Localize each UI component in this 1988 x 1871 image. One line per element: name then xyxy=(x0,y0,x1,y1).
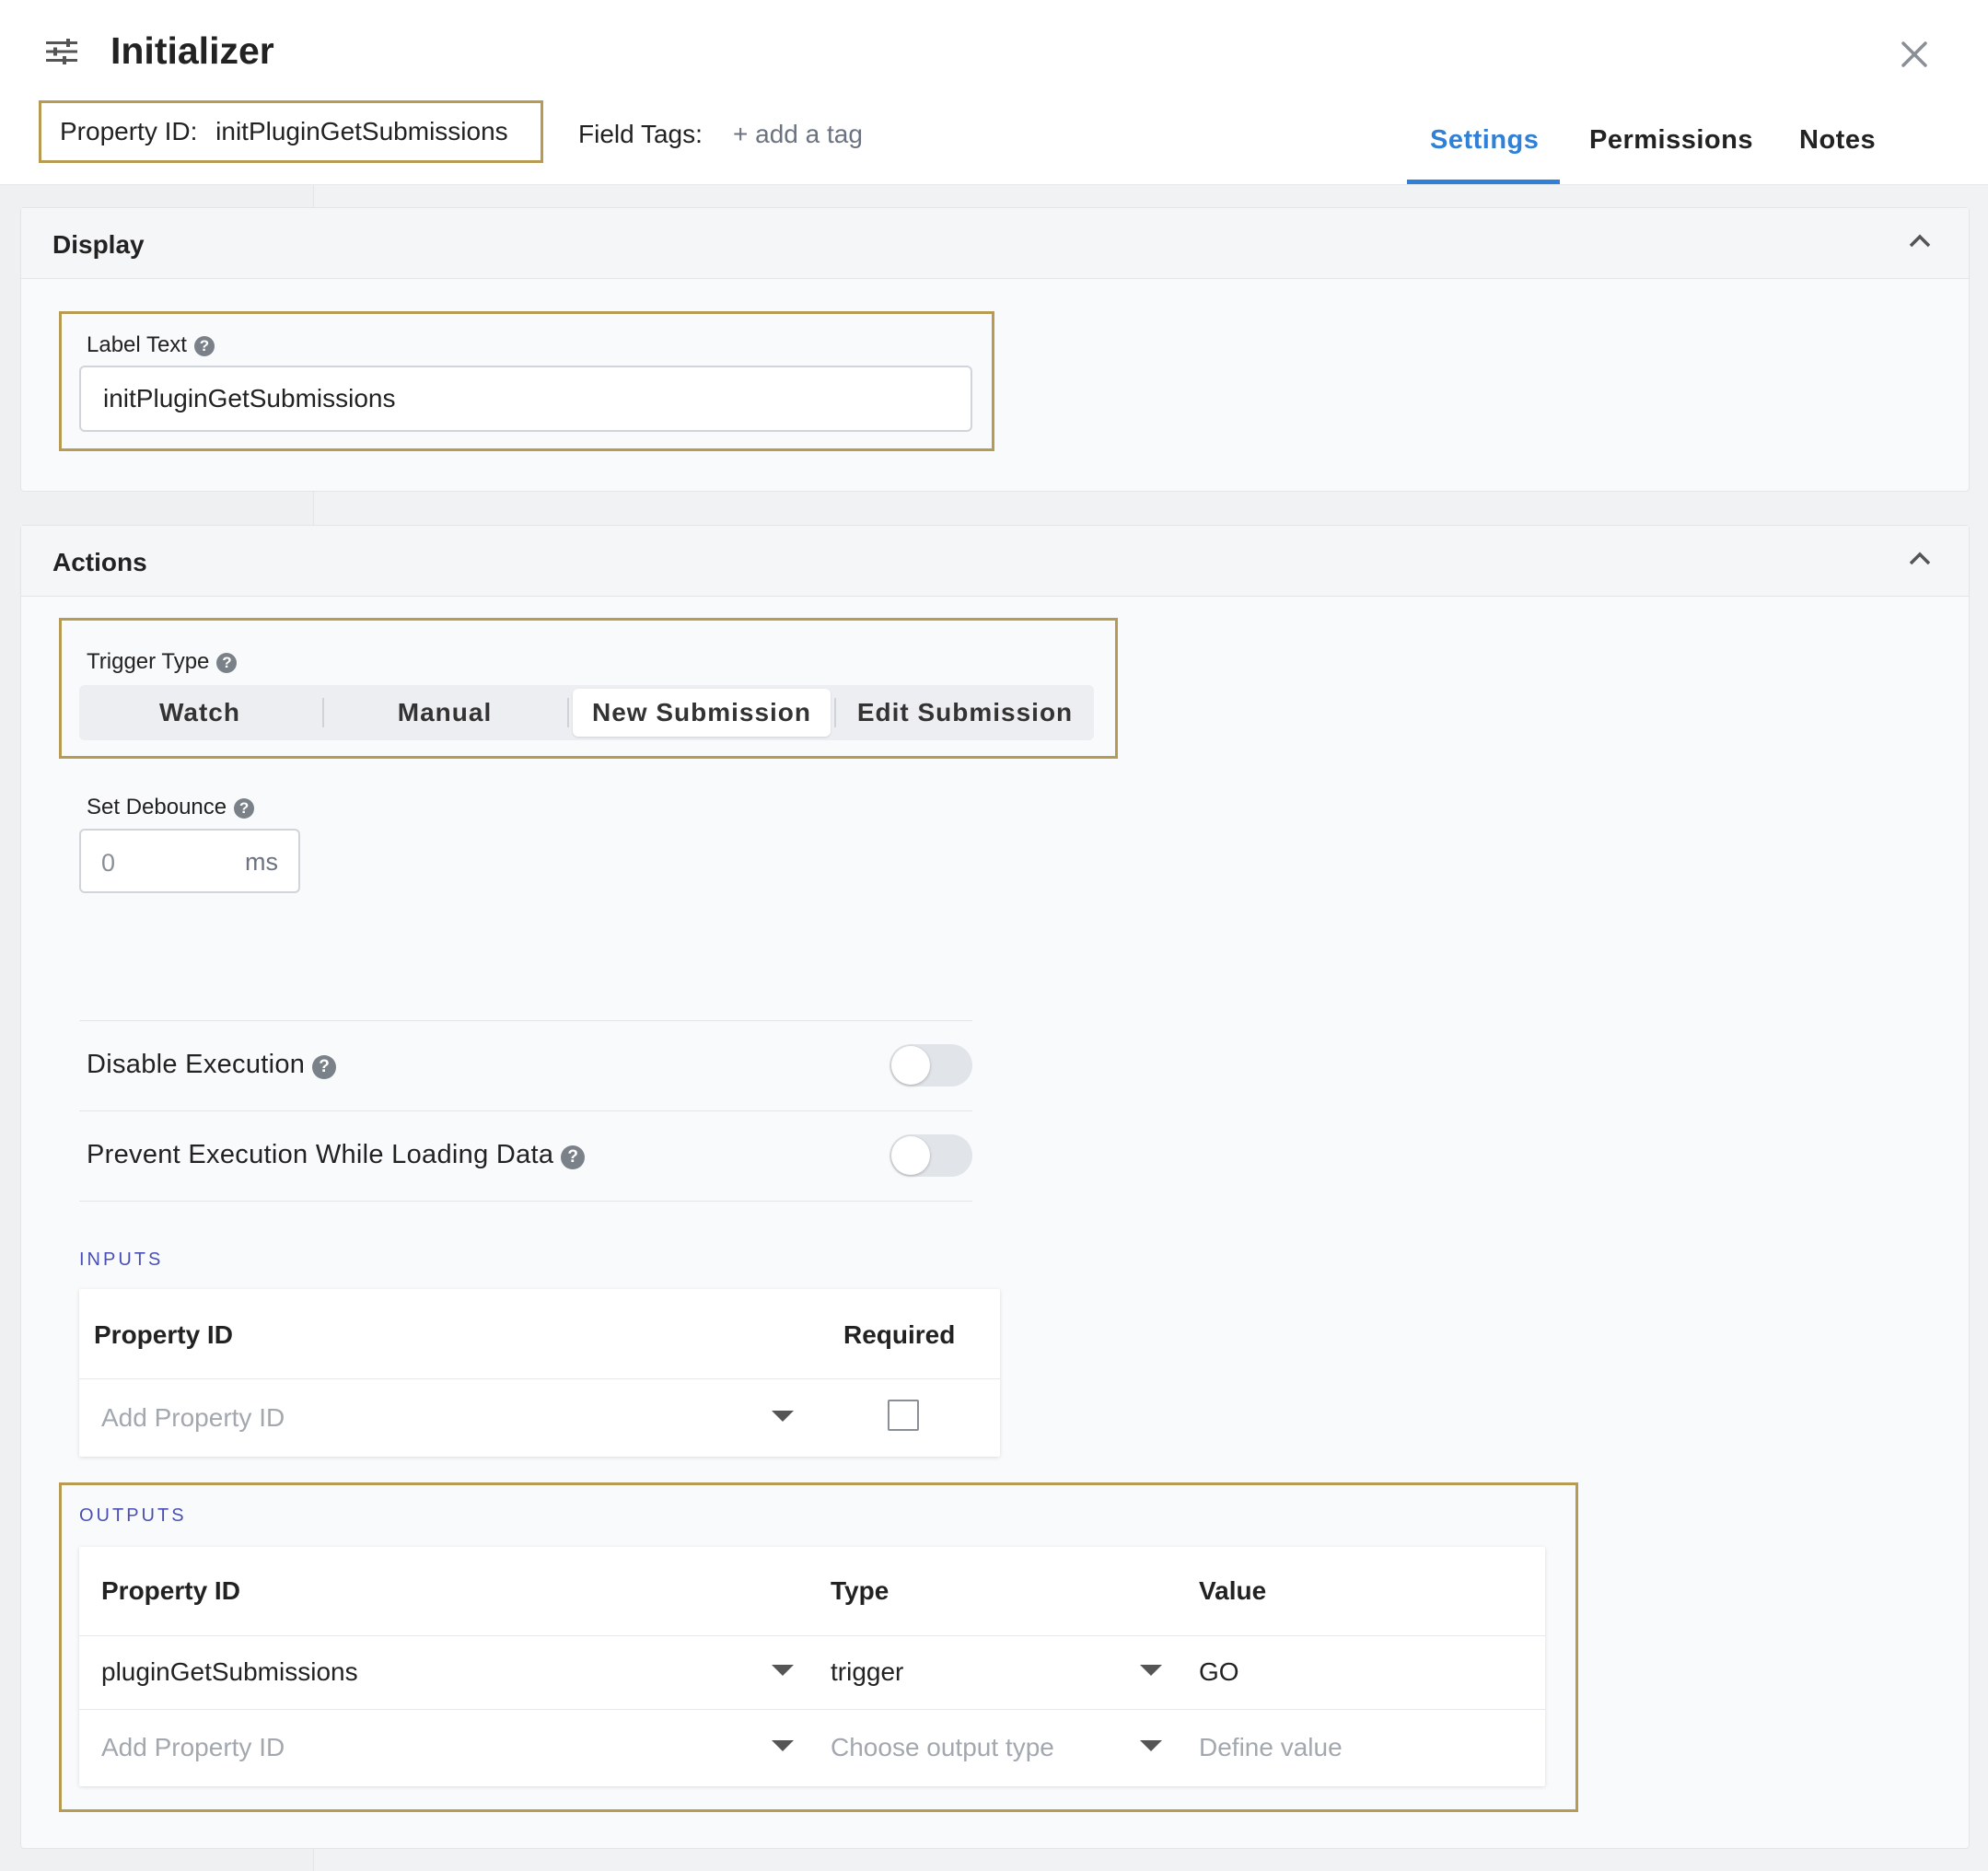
inputs-table: Property ID Required Add Property ID xyxy=(79,1289,1000,1457)
trigger-option-edit-submission[interactable]: Edit Submission xyxy=(836,685,1094,740)
tab-notes[interactable]: Notes xyxy=(1799,125,1876,156)
outputs-header-type: Type xyxy=(831,1576,889,1605)
close-icon[interactable] xyxy=(1901,41,1928,68)
sliders-icon xyxy=(46,39,77,64)
segment-divider xyxy=(567,698,569,727)
initializer-settings-modal: Initializer Property ID: initPluginGetSu… xyxy=(0,0,1988,1871)
help-icon[interactable]: ? xyxy=(561,1145,586,1169)
active-tab-indicator xyxy=(1407,180,1560,184)
debounce-unit: ms xyxy=(245,848,278,876)
output-row-type[interactable]: trigger xyxy=(831,1657,903,1687)
disable-execution-toggle[interactable] xyxy=(889,1044,972,1087)
chevron-down-icon[interactable] xyxy=(772,1740,794,1751)
label-text-input[interactable] xyxy=(79,366,972,432)
inputs-header-required: Required xyxy=(843,1320,956,1349)
trigger-type-segmented-control: Watch Manual New Submission Edit Submiss… xyxy=(79,685,1094,740)
property-id-label: Property ID: xyxy=(60,117,198,145)
row-divider xyxy=(79,1709,1545,1710)
chevron-down-icon[interactable] xyxy=(772,1411,794,1422)
label-text-label: Label Text? xyxy=(87,332,215,358)
outputs-caption: OUTPUTS xyxy=(79,1505,187,1526)
row-divider xyxy=(79,1635,1545,1636)
debounce-input[interactable] xyxy=(99,842,214,884)
prevent-execution-toggle[interactable] xyxy=(889,1134,972,1177)
actions-panel-title: Actions xyxy=(52,548,147,576)
field-tags-label: Field Tags: xyxy=(578,120,703,148)
debounce-field: ms xyxy=(79,829,300,893)
tab-permissions[interactable]: Permissions xyxy=(1589,125,1753,156)
divider xyxy=(79,1020,972,1021)
inputs-add-property-id[interactable]: Add Property ID xyxy=(101,1403,285,1433)
outputs-table: Property ID Type Value pluginGetSubmissi… xyxy=(79,1547,1545,1786)
chevron-up-icon[interactable] xyxy=(1908,232,1932,249)
display-panel-header[interactable]: Display xyxy=(21,208,1969,279)
chevron-up-icon[interactable] xyxy=(1908,550,1932,566)
divider xyxy=(79,1201,972,1202)
set-debounce-label: Set Debounce? xyxy=(87,795,255,820)
toggle-knob xyxy=(891,1046,930,1085)
inputs-caption: INPUTS xyxy=(79,1249,164,1270)
required-checkbox[interactable] xyxy=(888,1400,919,1431)
output-add-property-id[interactable]: Add Property ID xyxy=(101,1733,285,1762)
disable-execution-label: Disable Execution? xyxy=(87,1050,337,1080)
help-icon[interactable]: ? xyxy=(312,1055,337,1079)
trigger-option-new-submission[interactable]: New Submission xyxy=(573,689,831,737)
outputs-header-value: Value xyxy=(1199,1576,1267,1605)
output-row-property-id[interactable]: pluginGetSubmissions xyxy=(101,1657,358,1687)
property-id-value: initPluginGetSubmissions xyxy=(215,117,508,145)
modal-title: Initializer xyxy=(110,29,274,72)
trigger-option-watch[interactable]: Watch xyxy=(79,685,320,740)
trigger-type-label: Trigger Type? xyxy=(87,649,238,675)
help-icon[interactable]: ? xyxy=(234,798,255,819)
help-icon[interactable]: ? xyxy=(216,653,238,673)
actions-panel-header[interactable]: Actions xyxy=(21,526,1969,597)
divider xyxy=(79,1110,972,1111)
tab-settings[interactable]: Settings xyxy=(1430,125,1539,156)
output-row-value[interactable]: GO xyxy=(1199,1657,1239,1687)
chevron-down-icon[interactable] xyxy=(1140,1740,1162,1751)
inputs-header-property-id: Property ID xyxy=(94,1320,233,1349)
chevron-down-icon[interactable] xyxy=(772,1665,794,1676)
output-define-value[interactable]: Define value xyxy=(1199,1733,1343,1762)
modal-header: Initializer Property ID: initPluginGetSu… xyxy=(0,0,1988,185)
output-choose-type[interactable]: Choose output type xyxy=(831,1733,1054,1762)
toggle-knob xyxy=(891,1136,930,1175)
chevron-down-icon[interactable] xyxy=(1140,1665,1162,1676)
row-divider xyxy=(79,1378,1000,1379)
outputs-header-property-id: Property ID xyxy=(101,1576,240,1605)
property-id-display: Property ID: initPluginGetSubmissions xyxy=(39,100,543,163)
add-tag-link[interactable]: + add a tag xyxy=(733,120,863,149)
help-icon[interactable]: ? xyxy=(193,336,215,356)
prevent-execution-label: Prevent Execution While Loading Data? xyxy=(87,1140,586,1170)
trigger-option-manual[interactable]: Manual xyxy=(324,685,565,740)
display-panel-title: Display xyxy=(52,230,145,259)
